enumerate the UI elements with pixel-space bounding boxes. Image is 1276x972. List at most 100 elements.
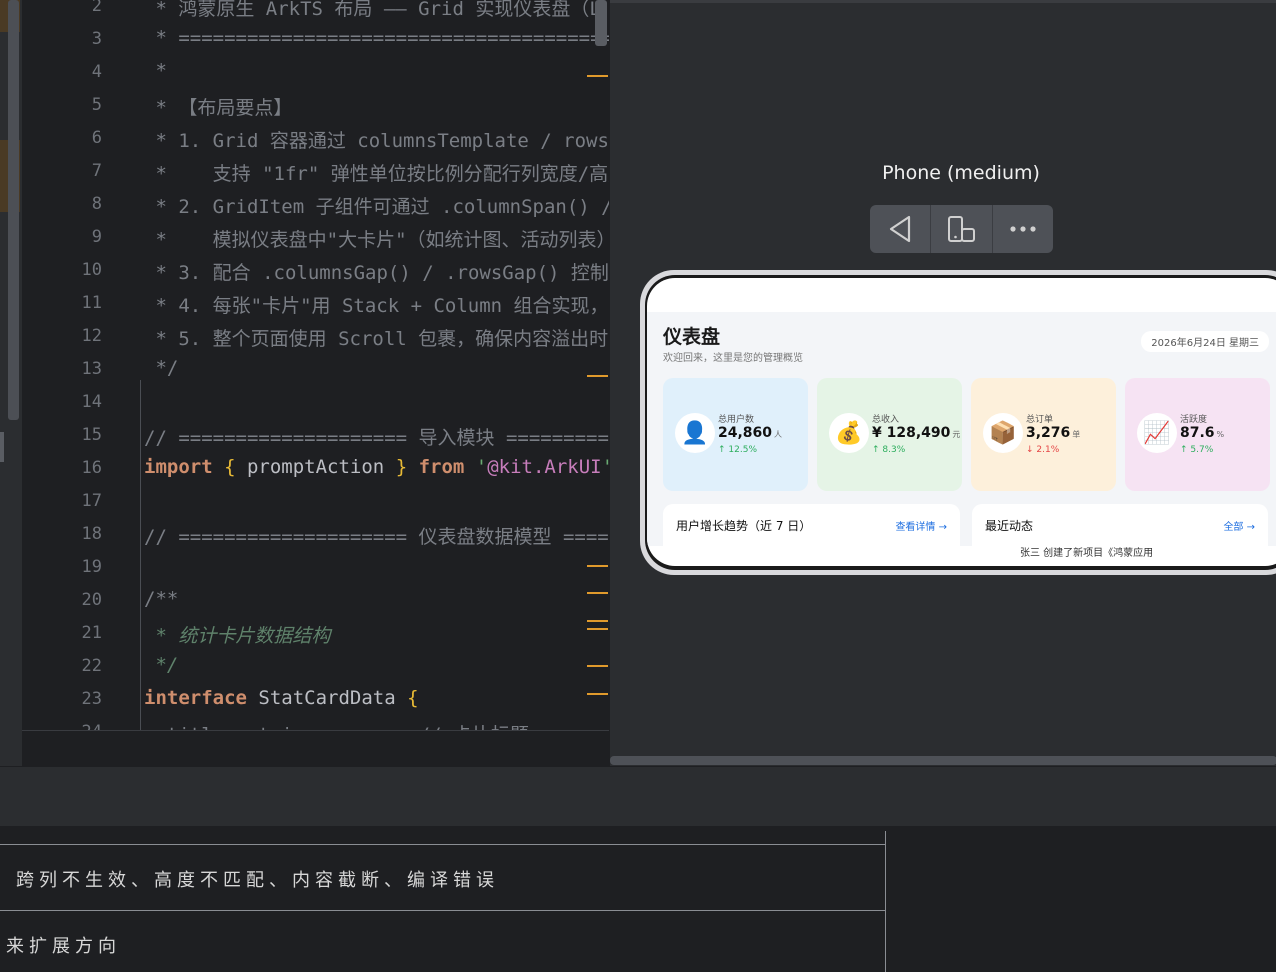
code-line: import { promptAction } from '@kit.ArkUI… [144, 456, 609, 478]
code-line: // ==================== 导入模块 ===========… [144, 427, 609, 449]
stat-value-row: 24,860 人 [718, 425, 782, 441]
code-area[interactable]: * 鸿蒙原生 ArkTS 布局 —— Grid 实现仪表盘（L * ======… [144, 0, 609, 746]
code-line: /** [144, 588, 179, 610]
stat-delta: ↑ 5.7% [1180, 445, 1214, 455]
line-number: 14 [81, 392, 102, 412]
stat-icon: 💰 [829, 413, 869, 453]
stat-value-row: ¥ 128,490 元 [872, 425, 960, 441]
code-line: * 3. 配合 .columnsGap() / .rowsGap() 控制间距 [144, 262, 609, 284]
phone-frame: 仪表盘 欢迎回来，这里是您的管理概览 2026年6月24日 星期三 👤 总用户数 2… [640, 270, 1276, 575]
stat-unit: 人 [774, 430, 783, 439]
previewer-panel: Phone (medium) 仪表盘 欢迎回来，这里是您的管理概览 2026年6… [609, 0, 1276, 766]
stat-card[interactable]: 📦 总订单 3,276 单 ↓ 2.1% [971, 378, 1116, 491]
line-number: 21 [81, 623, 102, 643]
stat-unit: % [1216, 430, 1225, 439]
panel-divider [610, 0, 1276, 3]
line-number: 4 [91, 62, 102, 82]
code-line: * 支持 "1fr" 弹性单位按比例分配行列宽度/高度 [144, 163, 609, 185]
line-number: 2 [91, 0, 102, 16]
change-marker [587, 693, 608, 695]
code-line: * 【布局要点】 [144, 97, 293, 119]
panel-title: 用户增长趋势（近 7 日） [676, 519, 812, 533]
code-line: * ======================================… [144, 27, 609, 49]
code-line: * 统计卡片数据结构 [144, 625, 331, 647]
panel-link[interactable]: 查看详情 → [895, 518, 947, 533]
line-number-gutter: 23456789101112131415161718192021222324 [22, 0, 140, 742]
more-button[interactable] [993, 205, 1053, 253]
stat-title: 总收入 [872, 415, 900, 425]
editor-scroll-thumb[interactable] [595, 0, 607, 46]
more-icon [1010, 226, 1036, 232]
stat-value-row: 3,276 单 [1026, 425, 1080, 441]
change-marker [587, 565, 608, 567]
phone-bezel: 仪表盘 欢迎回来，这里是您的管理概览 2026年6月24日 星期三 👤 总用户数 2… [645, 275, 1276, 570]
stat-value: 24,860 [718, 425, 773, 441]
line-number: 3 [91, 29, 102, 49]
code-line: interface StatCardData { [144, 687, 419, 709]
line-number: 7 [91, 161, 102, 181]
editor-footer [22, 730, 609, 766]
line-number: 10 [81, 260, 102, 280]
change-marker [587, 75, 608, 77]
line-number: 5 [91, 95, 102, 115]
stat-title: 总用户数 [718, 415, 755, 425]
code-line: * 4. 每张"卡片"用 Stack + Column 组合实现， [144, 295, 609, 317]
stat-icon: 📈 [1137, 413, 1177, 453]
line-number: 18 [81, 524, 102, 544]
activity-item: 张三 创建了新项目《鸿蒙应用 [1020, 548, 1154, 559]
panel-title: 最近动态 [985, 519, 1034, 533]
line-number: 13 [81, 359, 102, 379]
stat-card[interactable]: 💰 总收入 ¥ 128,490 元 ↑ 8.3% [817, 378, 962, 491]
stat-unit: 单 [1072, 430, 1081, 439]
line-number: 16 [81, 458, 102, 478]
stat-unit: 元 [952, 430, 961, 439]
indent-guide [140, 380, 141, 730]
code-line: * [144, 60, 167, 82]
previewer-scrollbar[interactable] [610, 756, 1276, 765]
code-editor[interactable]: 23456789101112131415161718192021222324 *… [0, 0, 609, 766]
change-marker [587, 665, 608, 667]
line-number: 20 [81, 590, 102, 610]
console-row-text: 来扩展方向 [6, 936, 121, 957]
code-line: * 鸿蒙原生 ArkTS 布局 —— Grid 实现仪表盘（L [144, 0, 601, 20]
recent-activity-panel: 最近动态 全部 → 张三 创建了新项目《鸿蒙应用 [972, 504, 1268, 564]
stat-delta: ↓ 2.1% [1026, 445, 1060, 455]
code-line: // ==================== 仪表盘数据模型 ========… [144, 526, 609, 548]
change-marker [587, 620, 608, 622]
back-icon [890, 215, 911, 243]
rotate-device-button[interactable] [931, 205, 993, 253]
line-number: 17 [81, 491, 102, 511]
output-console: 跨列不生效、高度不匹配、内容截断、编译错误 来扩展方向 [0, 826, 1276, 972]
stat-delta: ↑ 8.3% [872, 445, 906, 455]
stat-card[interactable]: 📈 活跃度 87.6% ↑ 5.7% [1125, 378, 1270, 491]
line-number: 11 [81, 293, 102, 313]
user-growth-panel: 用户增长趋势（近 7 日） 查看详情 → [663, 504, 960, 564]
dashboard-page[interactable]: 仪表盘 欢迎回来，这里是您的管理概览 2026年6月24日 星期三 👤 总用户数 2… [647, 312, 1276, 564]
line-number: 12 [81, 326, 102, 346]
previewer-toolbar [870, 205, 1053, 253]
stat-title: 总订单 [1026, 415, 1054, 425]
code-line: */ [144, 357, 179, 379]
stat-title: 活跃度 [1180, 415, 1208, 425]
rotate-device-icon [948, 216, 976, 242]
panel-link[interactable]: 全部 → [1223, 518, 1255, 533]
stat-value: ¥ 128,490 [872, 425, 951, 441]
console-row-text: 跨列不生效、高度不匹配、内容截断、编译错误 [16, 870, 499, 891]
editor-scrollbar[interactable] [8, 0, 19, 420]
stat-card[interactable]: 👤 总用户数 24,860 人 ↑ 12.5% [663, 378, 808, 491]
table-border [0, 844, 886, 845]
stat-value: 87.6 [1180, 425, 1215, 441]
table-border [0, 910, 886, 911]
line-number: 9 [91, 227, 102, 247]
code-line: */ [144, 654, 179, 676]
stat-icon: 📦 [983, 413, 1023, 453]
code-line: * 2. GridItem 子组件可通过 .columnSpan() / .ro… [155, 196, 609, 218]
stat-delta: ↑ 12.5% [718, 445, 757, 455]
line-number: 23 [81, 689, 102, 709]
back-button[interactable] [870, 205, 932, 253]
device-name-label: Phone (medium) [882, 162, 1040, 184]
phone-screen[interactable]: 仪表盘 欢迎回来，这里是您的管理概览 2026年6月24日 星期三 👤 总用户数 2… [647, 278, 1276, 566]
change-marker [587, 628, 608, 630]
line-number: 22 [81, 656, 102, 676]
line-number: 15 [81, 425, 102, 445]
